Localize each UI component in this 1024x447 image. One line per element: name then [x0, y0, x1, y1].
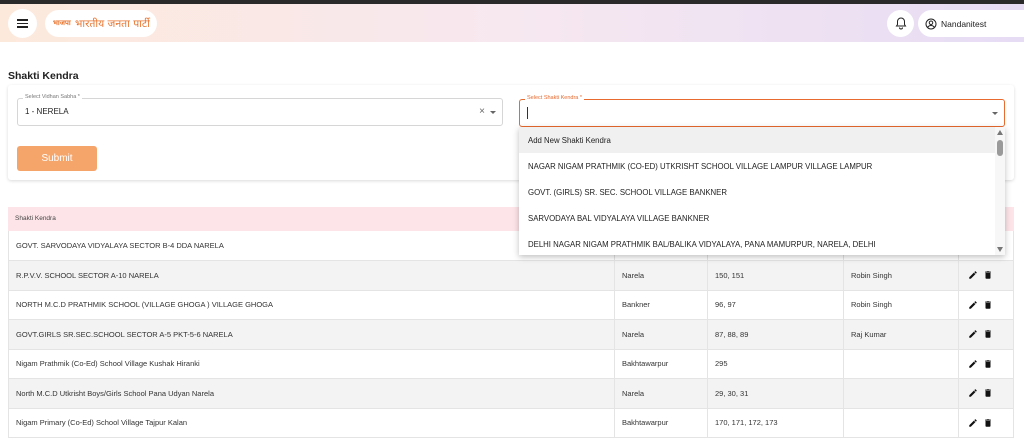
edit-icon[interactable]: [968, 270, 978, 280]
delete-icon[interactable]: [983, 359, 993, 369]
cell-actions: [959, 408, 1014, 437]
table-row: GOVT.GIRLS SR.SEC.SCHOOL SECTOR A-5 PKT-…: [8, 320, 1014, 350]
cell-shakti-kendra: NORTH M.C.D PRATHMIK SCHOOL (VILLAGE GHO…: [8, 290, 615, 319]
cell-mandal: Narela: [615, 320, 708, 349]
edit-icon[interactable]: [968, 300, 978, 310]
cell-mandal: Narela: [615, 261, 708, 290]
vidhan-sabha-value: 1 - NERELA: [25, 107, 69, 116]
cell-incharge: [844, 349, 959, 378]
table-row: Nigam Prathmik (Co-Ed) School Village Ku…: [8, 349, 1014, 379]
user-name: Nandanitest: [941, 18, 987, 29]
clear-icon[interactable]: ×: [479, 106, 485, 117]
edit-icon[interactable]: [968, 329, 978, 339]
cell-incharge: [844, 379, 959, 408]
logo-text: भारतीय जनता पार्टी: [75, 17, 150, 30]
vidhan-sabha-select[interactable]: Select Vidhan Sabha * 1 - NERELA ×: [17, 94, 503, 126]
cell-actions: [959, 379, 1014, 408]
logo[interactable]: भाजपा भारतीय जनता पार्टी: [45, 10, 157, 37]
dropdown-option[interactable]: SARVODAYA BAL VIDYALAYA VILLAGE BANKNER: [519, 205, 995, 231]
table-row: Nigam Primary (Co-Ed) School Village Taj…: [8, 408, 1014, 438]
dropdown-option[interactable]: DELHI NAGAR NIGAM PRATHMIK BAL/BALIKA VI…: [519, 231, 995, 255]
cell-shakti-kendra: Nigam Prathmik (Co-Ed) School Village Ku…: [8, 349, 615, 378]
cell-shakti-kendra: R.P.V.V. SCHOOL SECTOR A-10 NARELA: [8, 261, 615, 290]
vidhan-sabha-label: Select Vidhan Sabha *: [23, 94, 82, 100]
dropdown-option[interactable]: NAGAR NIGAM PRATHMIK (CO-ED) UTKRISHT SC…: [519, 153, 995, 179]
cell-shakti-kendra: GOVT.GIRLS SR.SEC.SCHOOL SECTOR A-5 PKT-…: [8, 320, 615, 349]
bell-icon: [895, 17, 906, 30]
cell-actions: [959, 290, 1014, 319]
delete-icon[interactable]: [983, 329, 993, 339]
chevron-down-icon[interactable]: [992, 112, 998, 115]
cell-mandal: Narela: [615, 379, 708, 408]
hamburger-icon: [17, 19, 28, 28]
cell-shakti-kendra: Nigam Primary (Co-Ed) School Village Taj…: [8, 408, 615, 437]
scroll-thumb[interactable]: [997, 140, 1003, 156]
dropdown-option-add-new[interactable]: Add New Shakti Kendra: [519, 127, 995, 153]
app-header: भाजपा भारतीय जनता पार्टी Nandanitest: [0, 4, 1024, 42]
cell-incharge: Robin Singh: [844, 290, 959, 319]
cell-incharge: [844, 408, 959, 437]
cell-shakti-kendra: North M.C.D Utkrisht Boys/Girls School P…: [8, 379, 615, 408]
submit-button[interactable]: Submit: [17, 146, 97, 171]
shakti-kendra-select[interactable]: Select Shakti Kendra *: [519, 95, 1005, 127]
delete-icon[interactable]: [983, 388, 993, 398]
cell-mandal: Bakhtawarpur: [615, 408, 708, 437]
column-header-shakti-kendra: Shakti Kendra: [15, 215, 56, 222]
cell-incharge: Raj Kumar: [844, 320, 959, 349]
table-row: R.P.V.V. SCHOOL SECTOR A-10 NARELA Narela…: [8, 261, 1014, 291]
user-menu[interactable]: Nandanitest: [918, 10, 1024, 37]
scroll-down-icon[interactable]: [997, 247, 1003, 252]
dropdown-option[interactable]: GOVT. (GIRLS) SR. SEC. SCHOOL VILLAGE BA…: [519, 179, 995, 205]
dropdown-scrollbar[interactable]: [995, 127, 1005, 255]
cell-actions: [959, 261, 1014, 290]
cell-mandal: Bankner: [615, 290, 708, 319]
chevron-down-icon[interactable]: [490, 111, 496, 114]
notifications-button[interactable]: [887, 10, 914, 37]
scroll-up-icon[interactable]: [997, 130, 1003, 135]
cell-incharge: Robin Singh: [844, 261, 959, 290]
cell-booths: 29, 30, 31: [708, 379, 844, 408]
shakti-kendra-label: Select Shakti Kendra *: [525, 95, 585, 101]
cell-booths: 96, 97: [708, 290, 844, 319]
edit-icon[interactable]: [968, 418, 978, 428]
table-row: North M.C.D Utkrisht Boys/Girls School P…: [8, 379, 1014, 409]
delete-icon[interactable]: [983, 300, 993, 310]
shakti-kendra-dropdown: Add New Shakti Kendra NAGAR NIGAM PRATHMI…: [519, 127, 1005, 255]
menu-button[interactable]: [8, 9, 37, 38]
edit-icon[interactable]: [968, 359, 978, 369]
delete-icon[interactable]: [983, 270, 993, 280]
user-circle-icon: [925, 18, 937, 29]
cell-actions: [959, 320, 1014, 349]
cell-booths: 295: [708, 349, 844, 378]
table-row: NORTH M.C.D PRATHMIK SCHOOL (VILLAGE GHO…: [8, 290, 1014, 320]
cell-actions: [959, 349, 1014, 378]
cell-booths: 170, 171, 172, 173: [708, 408, 844, 437]
text-cursor: [527, 107, 528, 119]
delete-icon[interactable]: [983, 418, 993, 428]
cell-booths: 150, 151: [708, 261, 844, 290]
page-title: Shakti Kendra: [8, 70, 79, 82]
cell-booths: 87, 88, 89: [708, 320, 844, 349]
edit-icon[interactable]: [968, 388, 978, 398]
cell-mandal: Bakhtawarpur: [615, 349, 708, 378]
logo-mark: भाजपा: [53, 20, 71, 27]
